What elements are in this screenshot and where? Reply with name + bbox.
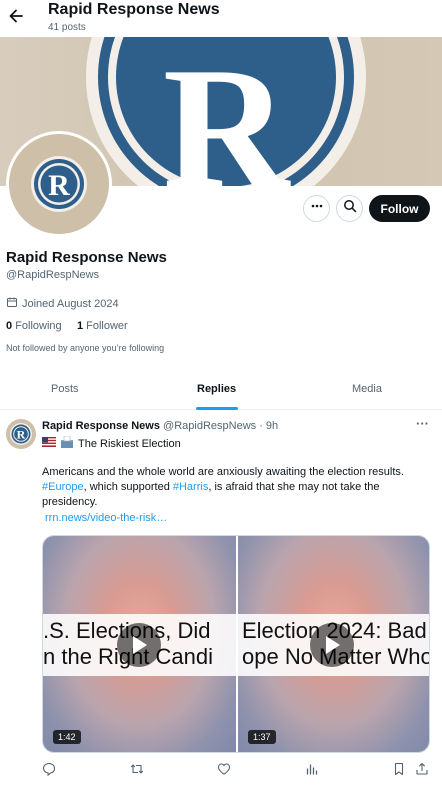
hashtag-harris[interactable]: #Harris: [173, 481, 208, 493]
post-body-text-1: Americans and the whole world are anxiou…: [42, 466, 404, 478]
views-icon[interactable]: [305, 762, 319, 781]
play-icon[interactable]: [117, 623, 161, 667]
search-icon: [343, 199, 357, 218]
video-duration: 1:37: [248, 730, 276, 744]
tab-posts[interactable]: Posts: [51, 383, 79, 395]
repost-icon[interactable]: [130, 762, 144, 781]
more-icon: [310, 199, 324, 218]
not-followed-note: Not followed by anyone you’re following: [6, 343, 165, 353]
post-body-text-2: , which supported: [83, 481, 173, 493]
post-handle-time[interactable]: @RapidRespNews · 9h: [163, 420, 278, 432]
follower-label: Follower: [86, 320, 128, 332]
us-flag-icon: [42, 437, 56, 450]
following-label: Following: [15, 320, 62, 332]
profile-name: Rapid Response News: [6, 249, 167, 266]
profile-handle: @RapidRespNews: [6, 269, 100, 281]
play-icon[interactable]: [310, 623, 354, 667]
like-icon[interactable]: [217, 762, 231, 781]
following-count: 0: [6, 320, 13, 332]
tab-replies[interactable]: Replies: [197, 383, 236, 395]
post-header: Rapid Response News @RapidRespNews · 9h: [42, 420, 278, 432]
avatar-logo-letter: R: [48, 169, 70, 202]
post-title: The Riskiest Election: [78, 437, 181, 450]
joined-text: Joined August 2024: [22, 297, 119, 310]
video-thumbnail-1[interactable]: .S. Elections, Did n the Right Candi 1:4…: [43, 536, 236, 752]
banner-logo-letter: R: [163, 37, 291, 186]
follow-counts: 0 Following 1 Follower: [6, 320, 128, 332]
followers-link[interactable]: 1 Follower: [77, 320, 128, 332]
following-link[interactable]: 0 Following: [6, 320, 62, 332]
header-title: Rapid Response News: [48, 1, 220, 18]
post-more-icon[interactable]: ···: [416, 416, 429, 431]
joined-date: Joined August 2024: [6, 296, 119, 311]
post-body: Americans and the whole world are anxiou…: [42, 465, 434, 510]
reply-icon[interactable]: [42, 762, 56, 781]
bookmark-icon[interactable]: [392, 762, 406, 781]
post[interactable]: R Rapid Response News @RapidRespNews · 9…: [0, 410, 442, 792]
arrow-left-icon[interactable]: [6, 6, 26, 26]
post-actions: [0, 762, 442, 782]
profile-tabs: Posts Replies Media: [0, 372, 442, 410]
top-bar: Rapid Response News 41 posts: [0, 0, 442, 37]
post-author[interactable]: Rapid Response News: [42, 420, 160, 432]
hashtag-europe[interactable]: #Europe: [42, 481, 84, 493]
search-button[interactable]: [336, 195, 363, 222]
post-title-line: The Riskiest Election: [42, 435, 181, 451]
video-duration: 1:42: [53, 730, 81, 744]
more-button[interactable]: [303, 195, 330, 222]
avatar[interactable]: R: [6, 131, 112, 237]
follow-button[interactable]: Follow: [369, 195, 430, 222]
post-link[interactable]: rrn.news/video-the-risk…: [45, 512, 167, 524]
tab-media[interactable]: Media: [352, 383, 382, 395]
post-avatar[interactable]: R: [6, 419, 36, 449]
post-count: 41 posts: [48, 22, 86, 33]
ballot-box-icon: [60, 435, 74, 451]
post-media: .S. Elections, Did n the Right Candi 1:4…: [42, 535, 430, 753]
follower-count: 1: [76, 320, 84, 332]
post-avatar-letter: R: [17, 428, 26, 442]
calendar-icon: [6, 296, 18, 311]
share-icon[interactable]: [415, 762, 429, 781]
video-thumbnail-2[interactable]: Election 2024: Bad ope No Matter Who 1:3…: [238, 536, 429, 752]
